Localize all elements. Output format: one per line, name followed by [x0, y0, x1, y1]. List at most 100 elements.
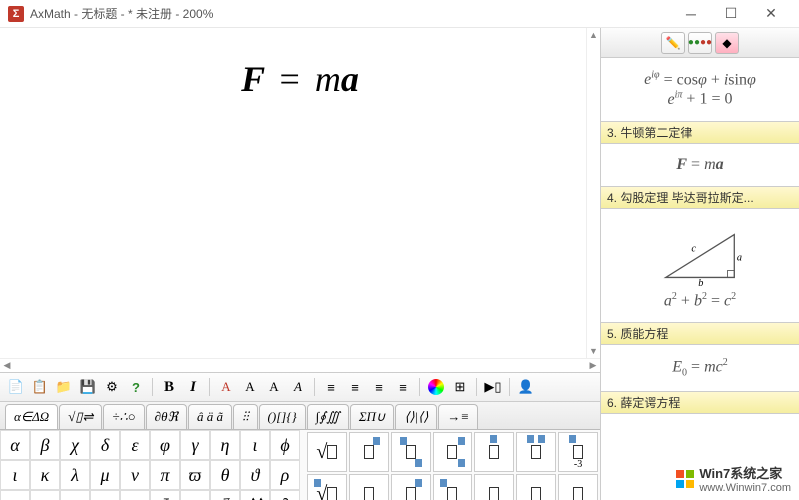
maximize-button[interactable]: ☐: [711, 1, 751, 27]
snippet-body-0[interactable]: eiφ = cosφ + isinφeiπ + 1 = 0: [601, 58, 799, 121]
font-style-3[interactable]: A: [263, 376, 285, 398]
greek-ϑ[interactable]: ϑ: [240, 460, 270, 490]
greek-λ[interactable]: λ: [60, 460, 90, 490]
snippet-body-4[interactable]: [601, 414, 799, 438]
scroll-up-arrow[interactable]: ▲: [587, 28, 600, 42]
close-button[interactable]: ✕: [751, 1, 791, 27]
template-presupsub[interactable]: [433, 474, 473, 500]
settings-button[interactable]: ⚙: [101, 376, 123, 398]
new-button[interactable]: 📄: [5, 376, 27, 398]
greek-ς[interactable]: ς: [30, 490, 60, 500]
template-over2[interactable]: [516, 432, 556, 472]
category-tab-2[interactable]: ÷∴○: [103, 404, 144, 429]
greek-ξ[interactable]: ξ: [150, 490, 180, 500]
window-title: AxMath - 无标题 - * 未注册 - 200%: [30, 5, 671, 22]
color-grid-button[interactable]: ⊞: [449, 376, 471, 398]
snippet-label-1[interactable]: 3. 牛顿第二定律: [601, 121, 799, 144]
template-sub[interactable]: [349, 474, 389, 500]
user-button[interactable]: 👤: [515, 376, 537, 398]
open-folder-button[interactable]: 📁: [53, 376, 75, 398]
scroll-right-arrow[interactable]: ▶: [586, 359, 600, 372]
greek-η[interactable]: η: [210, 430, 240, 460]
greek-ρ[interactable]: ρ: [270, 460, 300, 490]
snippet-label-4[interactable]: 6. 薛定谔方程: [601, 391, 799, 414]
save-button[interactable]: 💾: [77, 376, 99, 398]
greek-∂[interactable]: ∂: [270, 490, 300, 500]
font-style-4[interactable]: A: [287, 376, 309, 398]
editor-canvas[interactable]: F = ma ▲ ▼: [0, 28, 600, 358]
greek-β[interactable]: β: [30, 430, 60, 460]
greek-τ[interactable]: τ: [60, 490, 90, 500]
greek-π[interactable]: π: [150, 460, 180, 490]
greek-ζ[interactable]: ζ: [210, 490, 240, 500]
category-tab-3[interactable]: ∂θℜ: [146, 404, 187, 429]
category-tab-8[interactable]: ΣΠ∪: [350, 404, 395, 429]
help-button[interactable]: ?: [125, 376, 147, 398]
category-tab-0[interactable]: α∈ΔΩ: [5, 404, 58, 429]
greek-ι[interactable]: ι: [240, 430, 270, 460]
template-under[interactable]: [474, 474, 514, 500]
greek-α[interactable]: α: [0, 430, 30, 460]
greek-ω[interactable]: ω: [120, 490, 150, 500]
category-tab-6[interactable]: ()[]{}: [259, 404, 306, 429]
template-nroot[interactable]: √: [307, 474, 347, 500]
grid-view-button[interactable]: ●●●●: [688, 32, 712, 54]
category-tab-4[interactable]: â ä ã: [188, 404, 232, 429]
greek-σ[interactable]: σ: [0, 490, 30, 500]
insert-button[interactable]: ▶▯: [482, 376, 504, 398]
snippet-body-1[interactable]: F = ma: [601, 144, 799, 186]
open-button[interactable]: 📋: [29, 376, 51, 398]
greek-ν[interactable]: ν: [120, 460, 150, 490]
greek-χ[interactable]: χ: [60, 430, 90, 460]
greek-ι[interactable]: ι: [0, 460, 30, 490]
template-supsub[interactable]: [391, 432, 431, 472]
category-tab-7[interactable]: ∫∮∭: [307, 404, 349, 429]
template-sup[interactable]: [349, 432, 389, 472]
template-minus3[interactable]: -3: [558, 432, 598, 472]
template-presub[interactable]: [391, 474, 431, 500]
align-center-button[interactable]: ≡: [344, 376, 366, 398]
category-tab-10[interactable]: →≡: [438, 404, 478, 429]
main-formula[interactable]: F = ma: [20, 58, 580, 100]
category-tabs: α∈ΔΩ√▯⇌÷∴○∂θℜâ ä ã⫶⫶()[]{}∫∮∭ΣΠ∪⟨⟩|⟨⟩→≡: [0, 401, 600, 429]
greek-μ[interactable]: μ: [90, 460, 120, 490]
greek-ψ[interactable]: ψ: [180, 490, 210, 500]
template-sqrt[interactable]: √: [307, 432, 347, 472]
edit-snippet-button[interactable]: ✏️: [661, 32, 685, 54]
template-supsub2[interactable]: [433, 432, 473, 472]
snippet-label-2[interactable]: 4. 勾股定理 毕达哥拉斯定...: [601, 186, 799, 209]
template-under2[interactable]: [516, 474, 556, 500]
italic-button[interactable]: I: [182, 376, 204, 398]
snippet-body-3[interactable]: E0 = mc2: [601, 345, 799, 391]
scroll-down-arrow[interactable]: ▼: [587, 344, 600, 358]
greek-ϖ[interactable]: ϖ: [180, 460, 210, 490]
greek-δ[interactable]: δ: [90, 430, 120, 460]
category-tab-1[interactable]: √▯⇌: [59, 404, 102, 429]
align-left-button[interactable]: ≡: [320, 376, 342, 398]
template-over[interactable]: [474, 432, 514, 472]
minimize-button[interactable]: ─: [671, 1, 711, 27]
snippet-body-2[interactable]: caba2 + b2 = c2: [601, 209, 799, 322]
greek-ℵ[interactable]: ℵ: [240, 490, 270, 500]
align-right-button[interactable]: ≡: [368, 376, 390, 398]
bold-button[interactable]: B: [158, 376, 180, 398]
greek-ε[interactable]: ε: [120, 430, 150, 460]
font-style-2[interactable]: A: [239, 376, 261, 398]
greek-κ[interactable]: κ: [30, 460, 60, 490]
template-minus5[interactable]: -5: [558, 474, 598, 500]
tag-button[interactable]: ◆: [715, 32, 739, 54]
greek-υ[interactable]: υ: [90, 490, 120, 500]
greek-θ[interactable]: θ: [210, 460, 240, 490]
font-style-1[interactable]: A: [215, 376, 237, 398]
color-picker-button[interactable]: [425, 376, 447, 398]
svg-text:a: a: [737, 252, 742, 263]
category-tab-9[interactable]: ⟨⟩|⟨⟩: [395, 404, 437, 429]
greek-φ[interactable]: φ: [150, 430, 180, 460]
align-justify-button[interactable]: ≡: [392, 376, 414, 398]
category-tab-5[interactable]: ⫶⫶: [233, 404, 258, 429]
snippet-label-3[interactable]: 5. 质能方程: [601, 322, 799, 345]
scroll-left-arrow[interactable]: ◀: [0, 359, 14, 372]
greek-γ[interactable]: γ: [180, 430, 210, 460]
greek-ϕ[interactable]: ϕ: [270, 430, 300, 460]
template-palette: √ -3 √ -5: [305, 430, 600, 500]
